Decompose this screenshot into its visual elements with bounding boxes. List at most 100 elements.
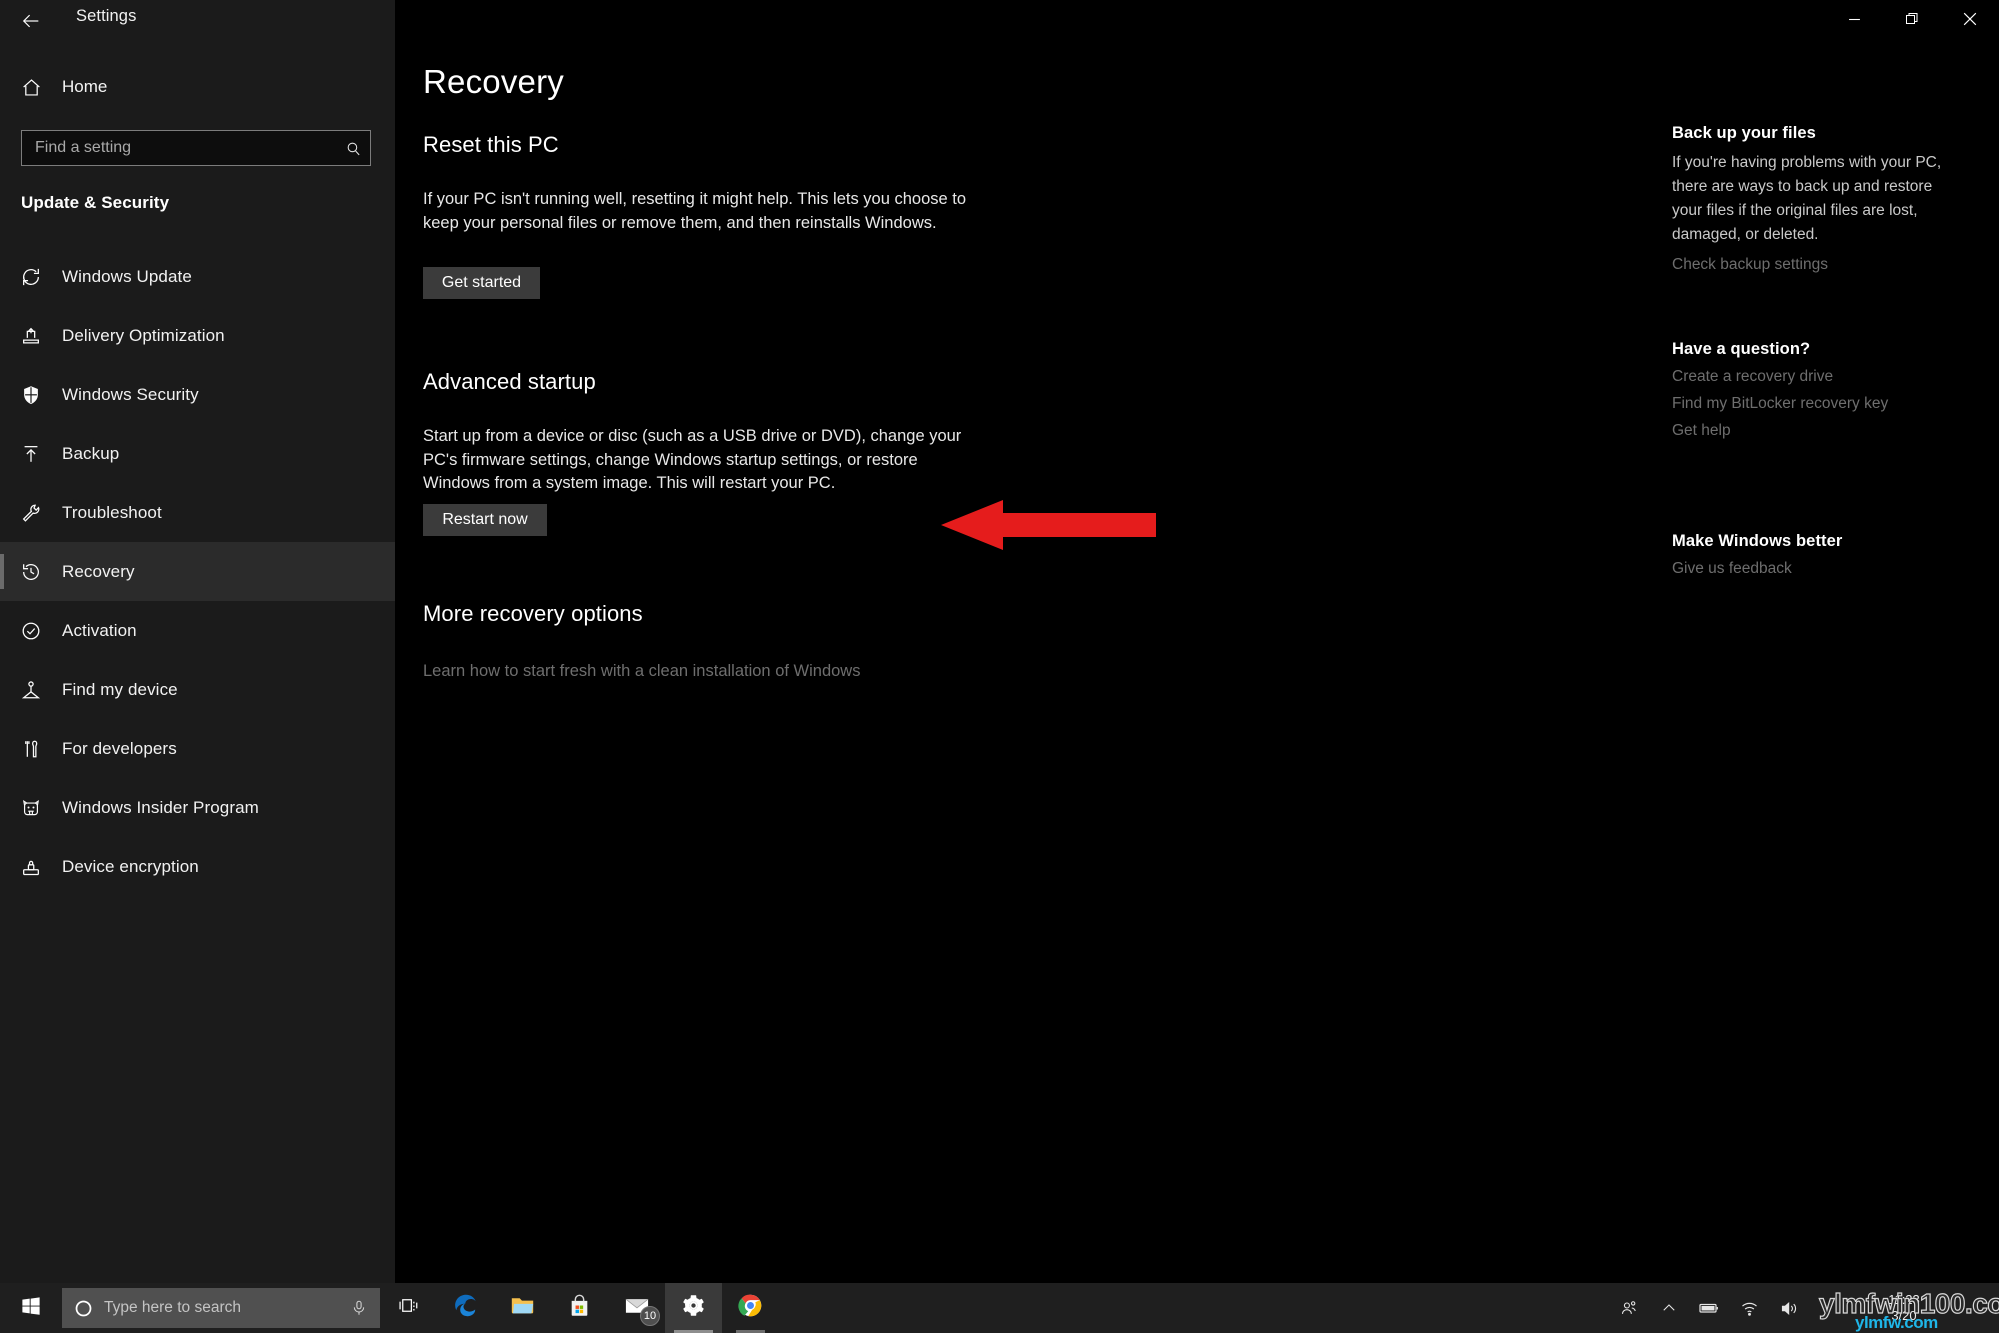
task-view-icon [397, 1294, 420, 1322]
sidebar-item-label: Backup [62, 443, 120, 463]
check-backup-settings-link[interactable]: Check backup settings [1672, 256, 1828, 274]
get-help-link[interactable]: Get help [1672, 422, 1731, 440]
sidebar-item-label: Windows Update [62, 266, 192, 286]
gear-icon [681, 1293, 706, 1323]
window-title: Settings [76, 7, 137, 25]
home-icon [0, 77, 62, 98]
have-a-question-heading: Have a question? [1672, 340, 1811, 358]
page-title: Recovery [423, 63, 564, 100]
backup-description: If you're having problems with your PC, … [1672, 154, 1942, 243]
check-circle-icon [0, 620, 62, 642]
more-recovery-options-heading: More recovery options [423, 601, 643, 626]
settings-title-bar: Settings [0, 0, 1999, 42]
sidebar-category-title: Update & Security [21, 193, 170, 212]
settings-window: Home Update & Security [0, 0, 1999, 1283]
search-input[interactable] [22, 131, 336, 165]
create-recovery-drive-link[interactable]: Create a recovery drive [1672, 368, 1833, 386]
windows-logo-icon [20, 1295, 42, 1322]
screen: Home Update & Security [0, 0, 1999, 1333]
give-us-feedback-link[interactable]: Give us feedback [1672, 560, 1792, 578]
sidebar-item-label: Windows Security [62, 384, 199, 404]
taskbar-search-box[interactable] [62, 1288, 380, 1328]
sidebar-item-label: Delivery Optimization [62, 325, 225, 345]
upload-arrow-icon [0, 443, 62, 465]
reset-pc-description: If your PC isn't running well, resetting… [423, 190, 967, 232]
sidebar-item-activation[interactable]: Activation [0, 601, 395, 660]
sidebar-item-label: Device encryption [62, 856, 199, 876]
sidebar-item-backup[interactable]: Backup [0, 424, 395, 483]
advanced-startup-description: Start up from a device or disc (such as … [423, 427, 962, 492]
close-button[interactable] [1941, 0, 1999, 38]
minimize-button[interactable] [1825, 0, 1883, 38]
clock[interactable]: 11:23 3/20 [1809, 1283, 1999, 1333]
sidebar-item-home[interactable]: Home [0, 64, 395, 110]
related-group-feedback: Make Windows better Give us feedback [1672, 532, 1842, 578]
make-windows-better-heading: Make Windows better [1672, 532, 1843, 550]
settings-sidebar: Home Update & Security [0, 0, 395, 1283]
sidebar-item-label: Recovery [62, 561, 135, 581]
sidebar-item-troubleshoot[interactable]: Troubleshoot [0, 483, 395, 542]
advanced-startup-heading: Advanced startup [423, 369, 596, 394]
shield-icon [0, 384, 62, 406]
history-clock-icon [0, 561, 62, 583]
tools-icon [0, 738, 62, 760]
reset-pc-heading: Reset this PC [423, 132, 559, 157]
locate-device-icon [0, 679, 62, 701]
search-icon[interactable] [336, 140, 370, 157]
red-arrow-annotation-icon [941, 500, 1156, 550]
sidebar-item-windows-insider-program[interactable]: Windows Insider Program [0, 778, 395, 837]
taskbar-search-input[interactable] [104, 1299, 338, 1317]
sidebar-item-label: For developers [62, 738, 177, 758]
restart-now-button[interactable]: Restart now [423, 504, 547, 536]
clock-date: 3/20 [1891, 1308, 1917, 1323]
get-started-button[interactable]: Get started [423, 267, 540, 299]
lock-drive-icon [0, 856, 62, 878]
settings-taskbar-button[interactable] [665, 1283, 722, 1333]
sidebar-item-windows-update[interactable]: Windows Update [0, 247, 395, 306]
insider-cat-icon [0, 797, 62, 819]
settings-main-content: Recovery Reset this PC If your PC isn't … [395, 0, 1999, 1283]
back-button[interactable] [8, 2, 54, 40]
system-tray: 11:23 3/20 [1609, 1283, 1999, 1333]
chrome-icon [737, 1292, 764, 1324]
sidebar-item-label: Windows Insider Program [62, 797, 259, 817]
file-explorer-button[interactable] [494, 1283, 551, 1333]
maximize-restore-button[interactable] [1883, 0, 1941, 38]
settings-search-box[interactable] [21, 130, 371, 166]
taskview-button[interactable] [380, 1283, 437, 1333]
edge-button[interactable] [437, 1283, 494, 1333]
chevron-up-icon[interactable] [1649, 1283, 1689, 1333]
sidebar-item-find-my-device[interactable]: Find my device [0, 660, 395, 719]
related-group-question: Have a question? Create a recovery drive… [1672, 340, 1888, 440]
sidebar-item-label: Activation [62, 620, 137, 640]
sidebar-nav-list: Windows Update Delivery Optimization Win… [0, 247, 395, 896]
cortana-circle-icon[interactable] [62, 1298, 104, 1319]
sidebar-item-windows-security[interactable]: Windows Security [0, 365, 395, 424]
backup-heading: Back up your files [1672, 124, 1816, 142]
find-bitlocker-key-link[interactable]: Find my BitLocker recovery key [1672, 395, 1888, 413]
sidebar-item-label: Find my device [62, 679, 178, 699]
sidebar-item-for-developers[interactable]: For developers [0, 719, 395, 778]
edge-icon [452, 1292, 479, 1324]
clock-time: 11:23 [1888, 1292, 1920, 1307]
battery-icon[interactable] [1689, 1283, 1729, 1333]
sidebar-item-delivery-optimization[interactable]: Delivery Optimization [0, 306, 395, 365]
people-icon[interactable] [1609, 1283, 1649, 1333]
mail-button[interactable]: 10 [608, 1283, 665, 1333]
sidebar-item-device-encryption[interactable]: Device encryption [0, 837, 395, 896]
taskbar: 10 [0, 1283, 1999, 1333]
speaker-icon[interactable] [1769, 1283, 1809, 1333]
chrome-button[interactable] [722, 1283, 779, 1333]
store-bag-icon [567, 1293, 592, 1323]
wrench-icon [0, 502, 62, 524]
microphone-icon[interactable] [338, 1299, 380, 1317]
start-button[interactable] [0, 1283, 62, 1333]
sidebar-item-recovery[interactable]: Recovery [0, 542, 395, 601]
mail-unread-badge: 10 [640, 1306, 660, 1326]
delivery-icon [0, 325, 62, 347]
wifi-icon[interactable] [1729, 1283, 1769, 1333]
folder-icon [509, 1292, 536, 1324]
related-group-backup: Back up your files If you're having prob… [1672, 124, 1952, 274]
microsoft-store-button[interactable] [551, 1283, 608, 1333]
clean-installation-link[interactable]: Learn how to start fresh with a clean in… [423, 662, 860, 681]
